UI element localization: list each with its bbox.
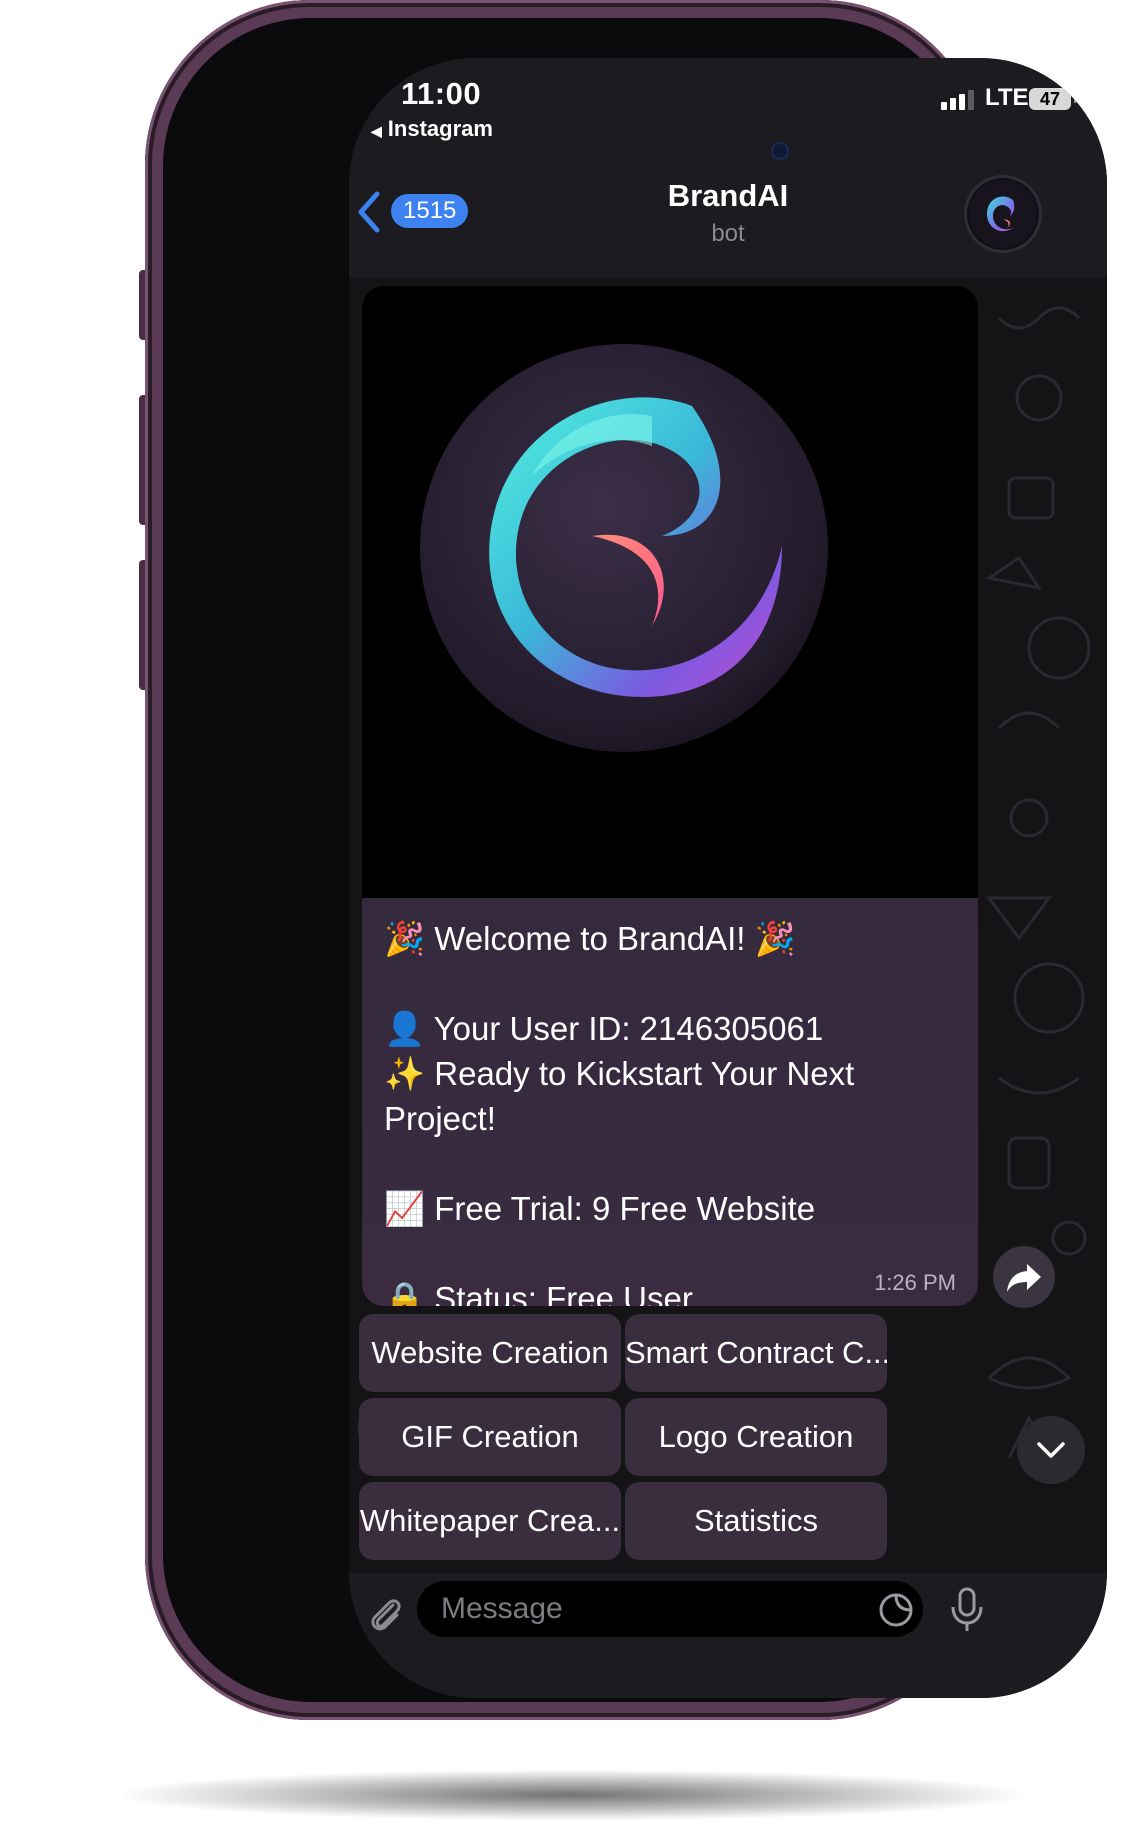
forward-button[interactable]: [993, 1246, 1055, 1308]
back-to-app-link[interactable]: ◀ Instagram: [371, 116, 493, 142]
brand-logo-icon: [969, 180, 1037, 248]
paperclip-icon[interactable]: [363, 1591, 409, 1637]
chat-area[interactable]: 🎉 Welcome to BrandAI! 🎉 👤 Your User ID: …: [349, 278, 1107, 1573]
ready-line: ✨ Ready to Kickstart Your Next Project!: [384, 1055, 864, 1137]
message-text: 🎉 Welcome to BrandAI! 🎉 👤 Your User ID: …: [384, 916, 964, 1306]
screen: 11:00 ◀ Instagram LTE 47 1515 BrandAI bot: [349, 58, 1107, 1698]
microphone-icon[interactable]: [947, 1585, 987, 1635]
bot-avatar[interactable]: [967, 178, 1039, 250]
sticker-icon[interactable]: [877, 1591, 915, 1629]
whitepaper-creation-button[interactable]: Whitepaper Crea...: [359, 1482, 621, 1560]
message-timestamp: 1:26 PM: [874, 1270, 956, 1295]
logo-creation-button[interactable]: Logo Creation: [625, 1398, 887, 1476]
welcome-line: 🎉 Welcome to BrandAI! 🎉: [384, 920, 796, 957]
status-time: 11:00: [401, 76, 482, 111]
signal-icon: [941, 90, 974, 110]
statistics-button[interactable]: Statistics: [625, 1482, 887, 1560]
back-app-label: Instagram: [387, 116, 493, 141]
trial-line: 📈 Free Trial: 9 Free Website: [384, 1190, 816, 1227]
message-input[interactable]: [417, 1581, 923, 1637]
battery-icon: 47: [1029, 88, 1077, 110]
smart-contract-button[interactable]: Smart Contract C...: [625, 1314, 887, 1392]
battery-level: 47: [1039, 89, 1061, 109]
website-creation-button[interactable]: Website Creation: [359, 1314, 621, 1392]
chevron-down-icon: [1037, 1442, 1065, 1458]
network-type: LTE: [985, 84, 1029, 111]
message-input-bar: [349, 1573, 1107, 1698]
status-bar: 11:00 ◀ Instagram LTE 47: [349, 58, 1107, 168]
back-triangle-icon: ◀: [371, 123, 382, 139]
gif-creation-button[interactable]: GIF Creation: [359, 1398, 621, 1476]
phone-bezel: 11:00 ◀ Instagram LTE 47 1515 BrandAI bot: [163, 18, 1107, 1702]
scroll-down-button[interactable]: [1017, 1416, 1085, 1484]
bot-message-bubble[interactable]: 🎉 Welcome to BrandAI! 🎉 👤 Your User ID: …: [362, 286, 978, 1306]
user-id-line: 👤 Your User ID: 2146305061: [384, 1010, 824, 1047]
phone-shadow: [120, 1770, 1020, 1820]
forward-arrow-icon: [1007, 1264, 1041, 1292]
message-image[interactable]: [362, 286, 978, 898]
chat-header: 1515 BrandAI bot: [349, 168, 1107, 278]
brand-logo-image: [420, 344, 828, 752]
